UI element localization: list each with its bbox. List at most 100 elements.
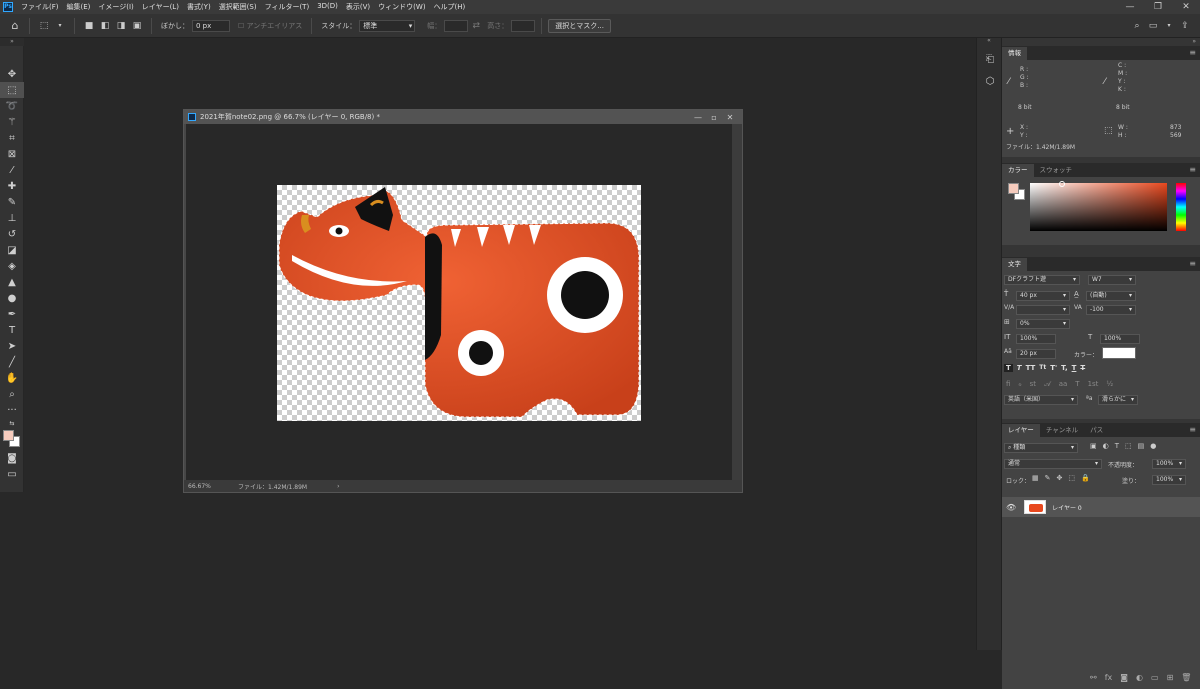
subtract-selection-icon[interactable]: ◨ [114,19,128,33]
filter-toggle-icon[interactable]: ● [1150,442,1156,450]
subscript-button[interactable]: T, [1061,364,1067,372]
minimize-icon[interactable]: — [690,113,706,122]
titling-alternates-button[interactable]: T [1075,380,1079,389]
chevron-down-icon[interactable]: ▾ [1162,19,1176,33]
clone-stamp-tool-icon[interactable]: ⊥ [0,210,24,226]
foreground-color-swatch[interactable] [1008,183,1019,194]
new-layer-icon[interactable]: ⊞ [1167,673,1174,682]
fx-icon[interactable]: fx [1105,673,1113,682]
superscript-button[interactable]: T' [1050,364,1057,372]
font-size-input[interactable]: 40 px ▾ [1016,291,1070,301]
quick-mask-icon[interactable]: ◙ [0,450,24,466]
menu-item[interactable]: フィルター(T) [261,2,314,12]
brush-tool-icon[interactable]: ✎ [0,194,24,210]
move-tool-icon[interactable]: ✥ [0,66,24,82]
zoom-level[interactable]: 66.67% [188,483,228,490]
eye-icon[interactable]: 👁 [1006,503,1016,512]
tab-paths[interactable]: パス [1084,424,1109,437]
opacity-input[interactable]: 100% ▾ [1152,459,1186,469]
type-tool-icon[interactable]: T [0,322,24,338]
menu-item[interactable]: 表示(V) [342,2,374,12]
hue-slider[interactable] [1176,183,1186,231]
document-tab[interactable]: 2021年賀note02.png @ 66.7% (レイヤー 0, RGB/8)… [184,110,742,124]
rectangular-marquee-tool-icon[interactable]: ⬚ [0,82,24,98]
status-expand-icon[interactable]: › [337,483,339,490]
line-tool-icon[interactable]: ╱ [0,354,24,370]
faux-bold-button[interactable]: T [1004,364,1013,372]
blend-mode-select[interactable]: 通常 ▾ [1004,459,1102,469]
blur-tool-icon[interactable]: ▲ [0,274,24,290]
lock-transparent-icon[interactable]: ▦ [1032,474,1039,482]
dodge-tool-icon[interactable]: ● [0,290,24,306]
tsume-input[interactable]: 0% ▾ [1016,319,1070,329]
new-group-icon[interactable]: ▭ [1151,673,1159,682]
add-mask-icon[interactable]: ◙ [1120,673,1128,682]
font-family-select[interactable]: DFクラフト遊 ▾ [1004,275,1080,285]
marquee-tool-preset-icon[interactable]: ⬚ [37,19,51,33]
hand-tool-icon[interactable]: ✋ [0,370,24,386]
layer-row[interactable]: 👁 レイヤー 0 [1002,497,1200,517]
panel-menu-icon[interactable]: ≡ [1189,165,1196,174]
lock-all-icon[interactable]: 🔒 [1081,474,1090,482]
font-weight-select[interactable]: W7 ▾ [1088,275,1136,285]
select-and-mask-button[interactable]: 選択とマスク... [548,18,611,33]
more-tools-icon[interactable]: ··· [0,402,24,418]
history-panel-icon[interactable]: ⎗ [977,48,1003,70]
frame-tool-icon[interactable]: ⊠ [0,146,24,162]
screen-mode-icon[interactable]: ▭ [0,466,24,482]
discretionary-ligature-button[interactable]: st [1030,380,1036,389]
small-caps-button[interactable]: Tt [1039,364,1046,372]
panel-menu-icon[interactable]: ≡ [1189,259,1196,268]
fractions-button[interactable]: ½ [1106,380,1113,389]
menu-item[interactable]: 選択範囲(S) [215,2,261,12]
tab-layers[interactable]: レイヤー [1002,424,1040,437]
underline-button[interactable]: T [1072,364,1077,372]
intersect-selection-icon[interactable]: ▣ [130,19,144,33]
history-brush-tool-icon[interactable]: ↺ [0,226,24,242]
add-selection-icon[interactable]: ◧ [98,19,112,33]
magic-wand-tool-icon[interactable]: ⚚ [0,114,24,130]
link-layers-icon[interactable]: ⚯ [1090,673,1097,682]
image-filter-icon[interactable]: ▣ [1090,442,1097,450]
vertical-scrollbar[interactable] [732,124,742,482]
workspace-icon[interactable]: ▭ [1146,19,1160,33]
minimize-icon[interactable]: — [1116,0,1144,14]
swap-arrows-icon[interactable]: ⇄ [469,19,483,33]
tab-color[interactable]: カラー [1002,164,1034,177]
baseline-input[interactable]: 20 px [1016,349,1056,359]
layer-name[interactable]: レイヤー 0 [1052,503,1082,512]
image-canvas[interactable] [277,185,641,421]
strikethrough-button[interactable]: T [1080,364,1085,372]
kerning-input[interactable]: ▾ [1016,305,1070,315]
path-selection-tool-icon[interactable]: ➤ [0,338,24,354]
layer-filter-select[interactable]: ⌕ 種類 ▾ [1004,443,1078,453]
antialias-checkbox[interactable]: ☐ アンチエイリアス [238,21,302,31]
toolbar-collapse-icon[interactable]: » [0,38,24,46]
leading-input[interactable]: (自動) ▾ [1086,291,1136,301]
adjustment-layer-icon[interactable]: ◐ [1136,673,1143,682]
home-icon[interactable]: ⌂ [8,19,22,33]
collapse-dock-icon[interactable]: » [1192,38,1196,45]
menu-item[interactable]: 編集(E) [63,2,95,12]
contextual-alternates-button[interactable]: ℴ [1018,380,1021,389]
panel-menu-icon[interactable]: ≡ [1189,425,1196,434]
healing-brush-tool-icon[interactable]: ✚ [0,178,24,194]
ordinals-button[interactable]: 1st [1088,380,1099,389]
vertical-scale-input[interactable]: 100% [1016,334,1056,344]
shape-filter-icon[interactable]: ⬚ [1125,442,1132,450]
restore-icon[interactable]: ❐ [1144,0,1172,14]
height-input[interactable] [511,19,536,32]
all-caps-button[interactable]: TT [1026,364,1036,372]
swap-colors-icon[interactable]: ⇆ [0,418,24,428]
3d-panel-icon[interactable]: ⬡ [977,70,1003,92]
feather-input[interactable]: 0 px [192,19,230,32]
lock-position-icon[interactable]: ✥ [1057,474,1063,482]
text-color-swatch[interactable] [1102,347,1136,359]
faux-italic-button[interactable]: T [1017,364,1022,372]
pen-tool-icon[interactable]: ✒ [0,306,24,322]
panel-menu-icon[interactable]: ≡ [1189,48,1196,57]
tab-character[interactable]: 文字 [1002,258,1027,271]
menu-item[interactable]: ウィンドウ(W) [374,2,429,12]
expand-panels-icon[interactable]: « [977,38,1001,44]
horizontal-scale-input[interactable]: 100% [1100,334,1140,344]
